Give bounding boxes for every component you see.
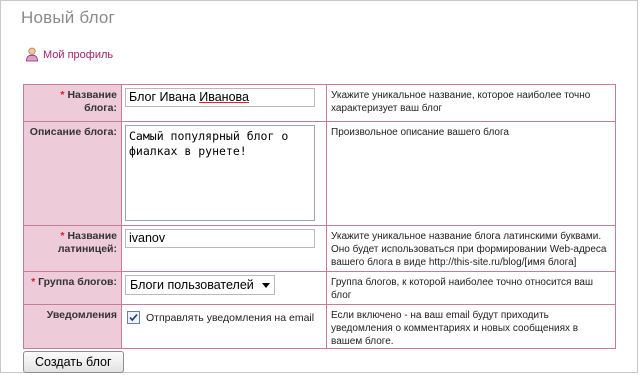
hint-notifications: Если включено - на ваш email будут прихо…	[326, 304, 616, 349]
control-cell-description: Самый популярный блог о фиалках в рунете…	[121, 121, 327, 226]
my-profile-link[interactable]: Мой профиль	[25, 47, 113, 62]
required-mark: *	[60, 230, 65, 242]
notifications-checkbox[interactable]	[127, 311, 140, 324]
hint-group: Группа блогов, к которой наиболее точно …	[326, 271, 616, 305]
control-cell-name: Блог Ивана Иванова	[121, 84, 327, 122]
page-title: Новый блог	[21, 8, 115, 27]
my-profile-label: Мой профиль	[43, 48, 114, 61]
control-cell-group: Блоги пользователей	[121, 271, 327, 305]
control-cell-latin-name: ivanov	[121, 225, 327, 272]
user-icon	[26, 47, 38, 62]
label-cell-name: * Название блога:	[23, 84, 122, 122]
blog-group-selected: Блоги пользователей	[130, 278, 254, 292]
required-mark: *	[60, 89, 65, 101]
label-cell-latin-name: * Название латиницей:	[23, 225, 122, 272]
form-row-name: * Название блога: Блог Ивана Иванова Ука…	[23, 84, 616, 122]
form-row-description: Описание блога: Самый популярный блог о …	[23, 121, 616, 226]
page: Новый блог Мой профиль * Название блога:…	[0, 0, 638, 373]
field-label-description: Описание блога:	[29, 126, 117, 138]
checkmark-icon	[129, 313, 138, 322]
blog-group-select[interactable]: Блоги пользователей	[125, 275, 275, 295]
hint-name: Укажите уникальное название, которое наи…	[326, 84, 616, 122]
hint-latin-name: Укажите уникальное название блога латинс…	[326, 225, 616, 272]
notifications-checkbox-label[interactable]: Отправлять уведомления на email	[146, 312, 314, 324]
hint-description: Произвольное описание вашего блога	[326, 121, 616, 226]
form-row-group: * Группа блогов: Блоги пользователей Гру…	[23, 271, 616, 305]
form-row-notifications: Уведомления Отправлять уведомления на em…	[23, 304, 616, 349]
field-label-group: Группа блогов:	[38, 276, 117, 288]
label-cell-notifications: Уведомления	[23, 304, 122, 349]
field-label-latin-name: Название латиницей:	[57, 230, 117, 255]
control-cell-notifications: Отправлять уведомления на email	[121, 304, 327, 349]
blog-latin-name-input[interactable]: ivanov	[125, 229, 315, 248]
blog-name-value-last: Иванова	[199, 90, 249, 104]
required-mark: *	[31, 276, 36, 288]
blog-name-value-first: Блог Ивана	[129, 90, 200, 104]
label-cell-description: Описание блога:	[23, 121, 122, 226]
label-cell-group: * Группа блогов:	[23, 271, 122, 305]
blog-name-input[interactable]: Блог Ивана Иванова	[125, 88, 315, 107]
chevron-down-icon	[261, 282, 270, 288]
form-row-latin-name: * Название латиницей: ivanov Укажите уни…	[23, 225, 616, 272]
field-label-name: Название блога:	[67, 89, 117, 114]
create-blog-button[interactable]: Создать блог	[23, 351, 124, 373]
notifications-checkbox-row: Отправлять уведомления на email	[125, 311, 323, 324]
blog-form-table: * Название блога: Блог Ивана Иванова Ука…	[23, 84, 616, 349]
blog-description-textarea[interactable]: Самый популярный блог о фиалках в рунете…	[125, 125, 315, 221]
field-label-notifications: Уведомления	[46, 309, 117, 321]
